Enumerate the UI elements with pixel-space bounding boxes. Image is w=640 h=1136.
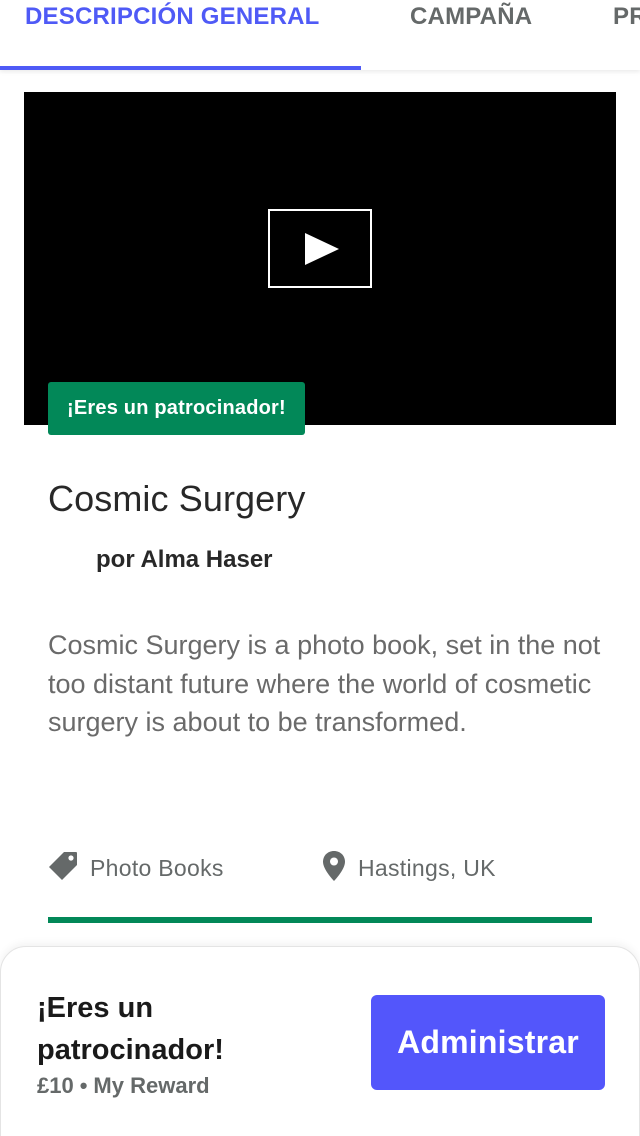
category-label: Photo Books	[90, 854, 224, 881]
pledge-amount: £10	[37, 1073, 74, 1098]
manage-pledge-button[interactable]: Administrar	[371, 995, 605, 1090]
location-label: Hastings, UK	[358, 854, 496, 881]
active-tab-indicator	[0, 66, 361, 70]
funding-progress-bar	[48, 917, 592, 923]
play-button[interactable]	[268, 209, 372, 288]
tab-overview[interactable]: DESCRIPCIÓN GENERAL	[25, 0, 320, 70]
project-creator[interactable]: por Alma Haser	[96, 546, 273, 574]
pledge-summary: £10 • My Reward	[37, 1073, 210, 1099]
funding-progress-fill	[48, 917, 592, 923]
tag-icon	[48, 851, 78, 886]
backer-badge: ¡Eres un patrocinador!	[48, 382, 305, 435]
project-category[interactable]: Photo Books	[48, 850, 224, 886]
play-icon	[305, 233, 339, 265]
project-video[interactable]	[24, 92, 616, 425]
project-page: DESCRIPCIÓN GENERAL CAMPAÑA PR ¡Eres un …	[0, 0, 640, 1136]
reward-name: My Reward	[93, 1073, 210, 1098]
location-pin-icon	[322, 850, 346, 887]
project-blurb: Cosmic Surgery is a photo book, set in t…	[48, 630, 601, 737]
separator-dot: •	[79, 1073, 88, 1098]
tab-campaign[interactable]: CAMPAÑA	[410, 0, 532, 70]
project-title: Cosmic Surgery	[48, 478, 306, 519]
sheet-title: ¡Eres un patrocinador!	[37, 992, 224, 1066]
tab-bar: DESCRIPCIÓN GENERAL CAMPAÑA PR	[0, 0, 640, 70]
backer-bottom-sheet: ¡Eres un patrocinador! £10 • My Reward Adm…	[0, 946, 640, 1136]
tab-third[interactable]: PR	[613, 0, 640, 70]
project-location[interactable]: Hastings, UK	[322, 850, 496, 886]
